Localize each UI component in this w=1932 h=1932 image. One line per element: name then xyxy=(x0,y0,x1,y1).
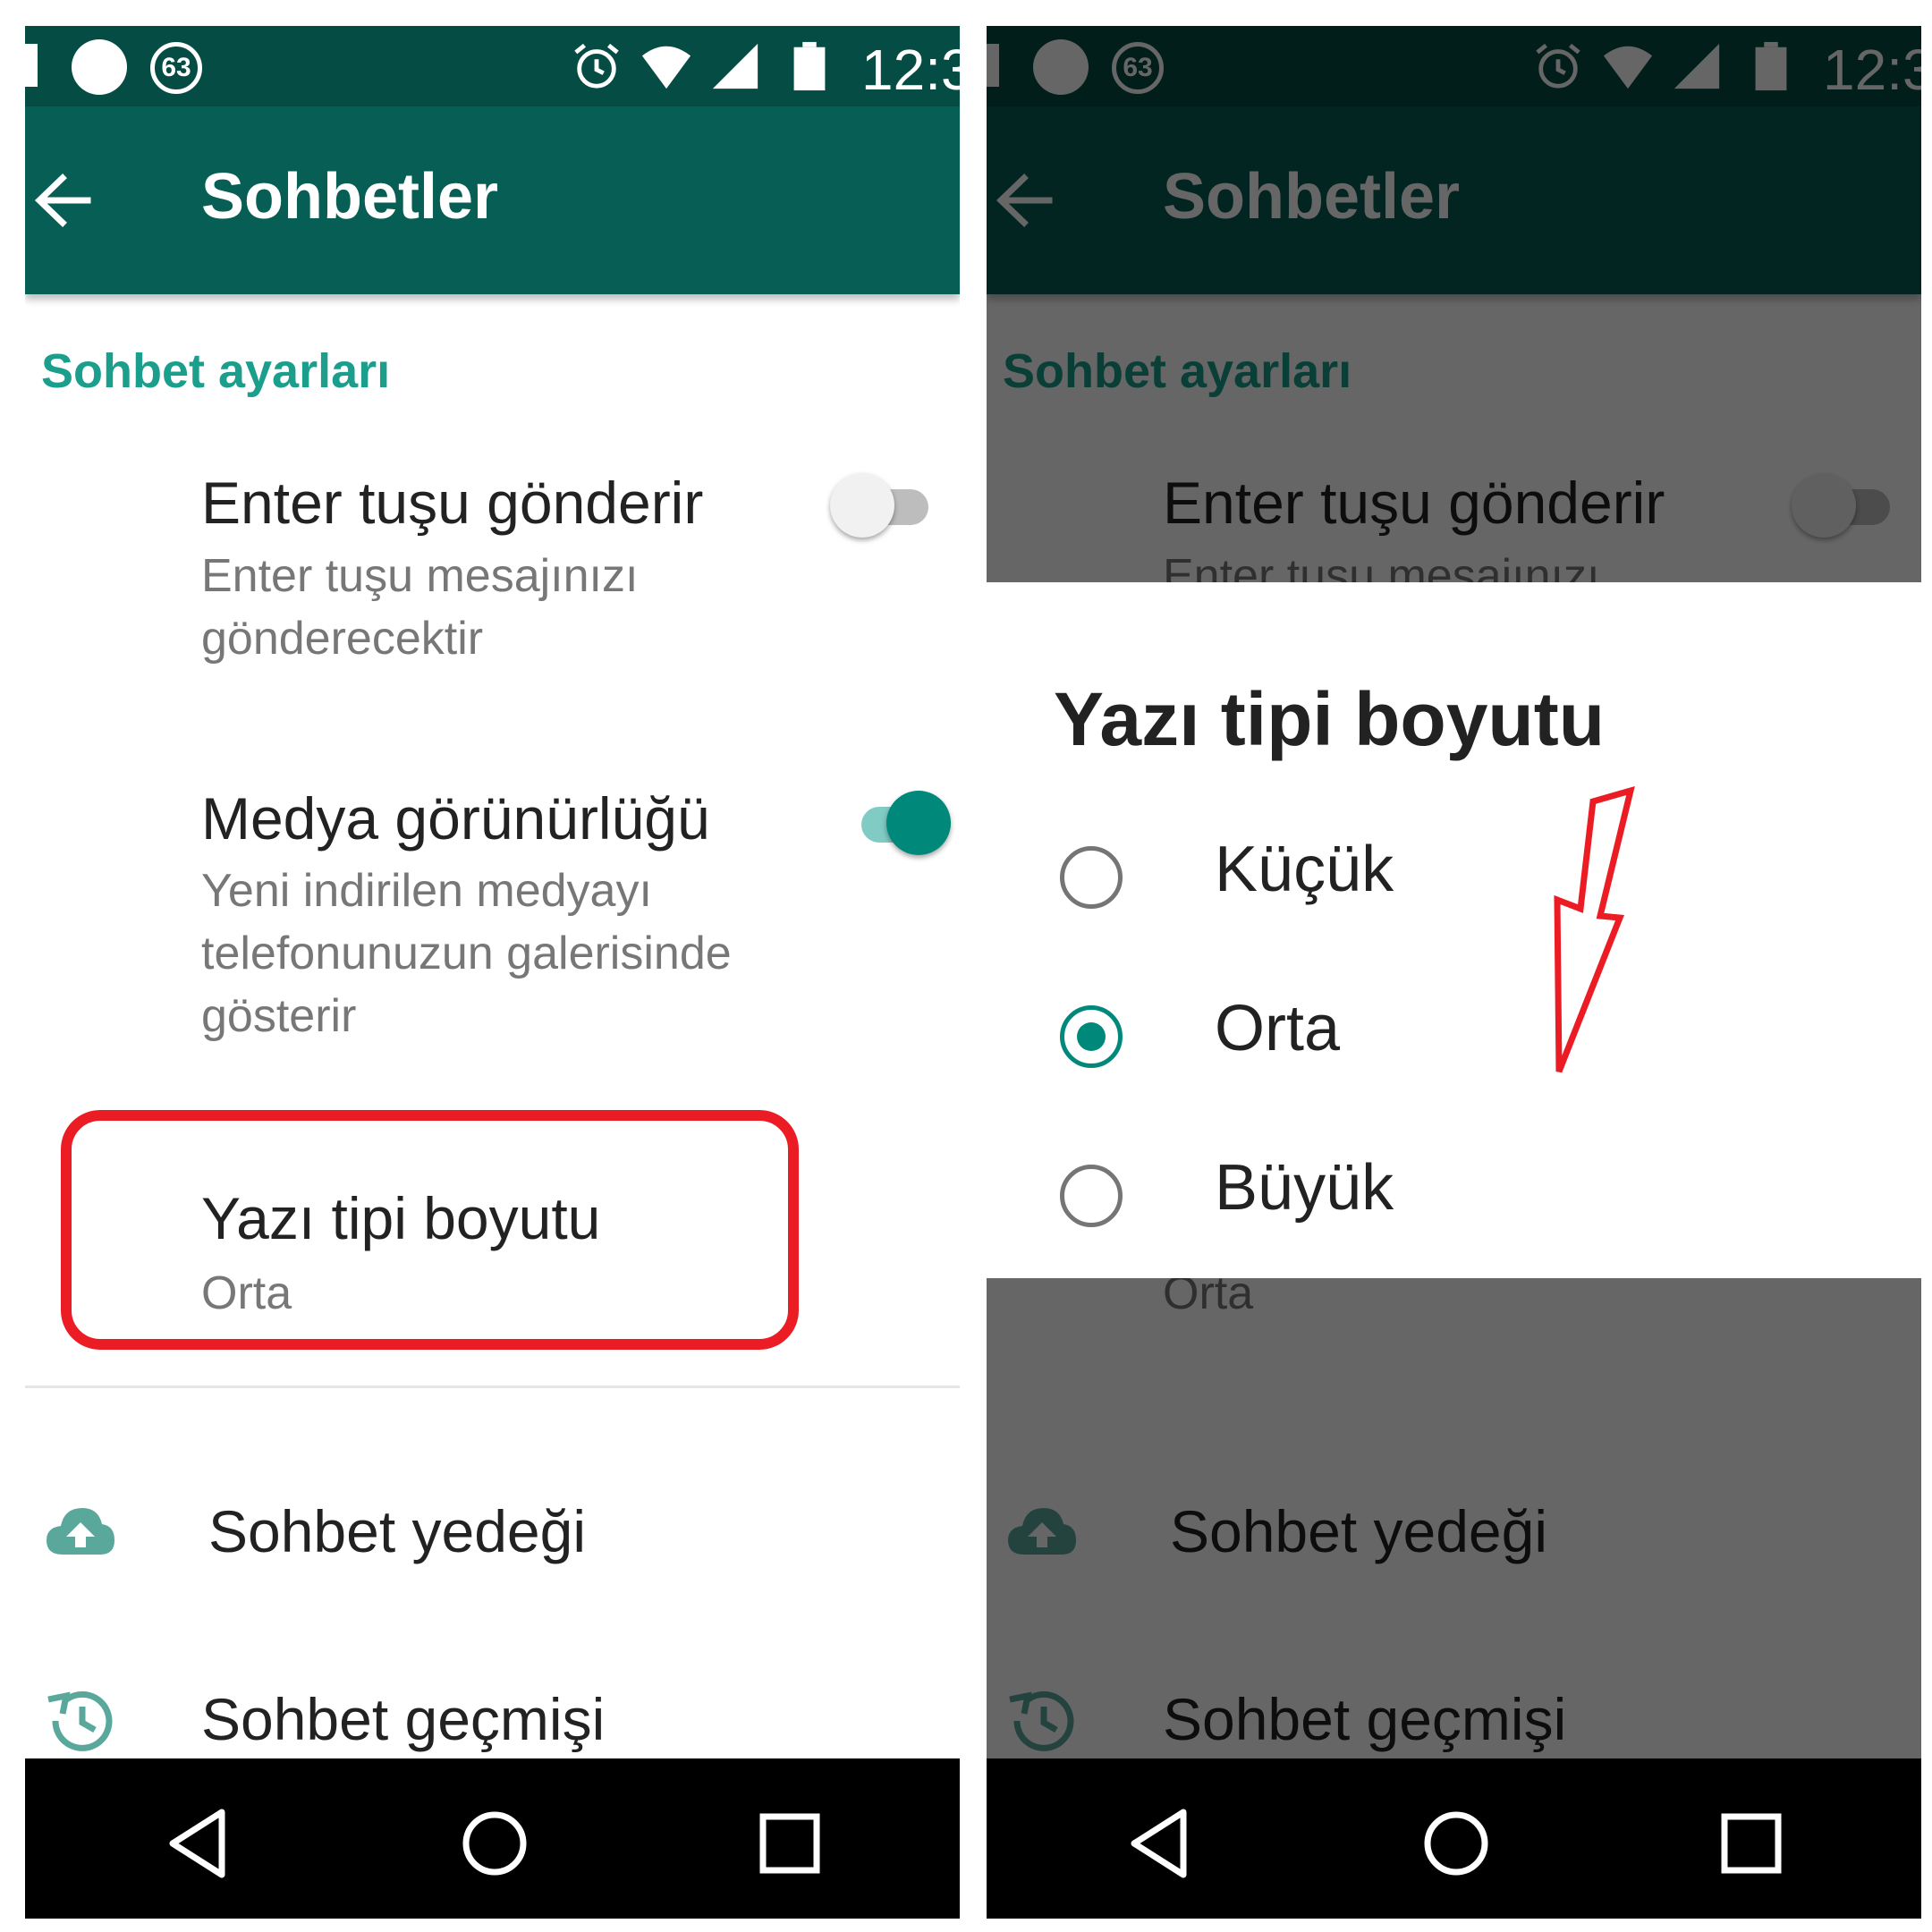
chat-backup-title: Sohbet yedeği xyxy=(208,1498,587,1564)
settings-screen: 63 12:3 Sohbetler Sohbet ayarları Enter … xyxy=(25,26,960,1919)
nav-bar xyxy=(25,1758,960,1919)
option-medium-label: Orta xyxy=(1215,993,1341,1064)
media-visibility-toggle[interactable] xyxy=(852,791,951,855)
wifi-icon xyxy=(641,46,691,89)
radio-large[interactable] xyxy=(1060,1165,1123,1227)
media-visibility-title: Medya görünürlüğü xyxy=(201,785,710,852)
recents-square-icon[interactable] xyxy=(750,1803,830,1884)
notification-dot-icon xyxy=(72,39,127,95)
page-title: Sohbetler xyxy=(201,161,499,233)
settings-screen-with-dialog: 63 12:3 Sohbetler Sohbet ayarları Enter … xyxy=(987,26,1921,1919)
app-bar: Sohbetler xyxy=(25,106,960,294)
radio-small[interactable] xyxy=(1060,846,1123,909)
sim-icon xyxy=(25,44,38,87)
enter-sends-toggle[interactable] xyxy=(830,473,928,538)
signal-icon xyxy=(712,43,758,89)
red-arrow-annotation xyxy=(1554,785,1635,1073)
highlight-annotation xyxy=(61,1110,799,1350)
option-small-label: Küçük xyxy=(1215,834,1394,905)
home-circle-icon[interactable] xyxy=(1416,1803,1496,1884)
arrow-back-icon[interactable] xyxy=(32,169,95,232)
enter-sends-title: Enter tuşu gönderir xyxy=(201,470,704,536)
recents-square-icon[interactable] xyxy=(1711,1803,1792,1884)
badge-63-icon: 63 xyxy=(150,42,202,94)
cloud-upload-icon xyxy=(47,1508,114,1555)
history-icon xyxy=(47,1690,113,1751)
dialog-title: Yazı tipi boyutu xyxy=(1054,677,1606,761)
divider xyxy=(25,1385,960,1388)
font-size-dialog: Yazı tipi boyutu Küçük Orta Büyük xyxy=(987,582,1921,1278)
section-header: Sohbet ayarları xyxy=(41,344,391,398)
chat-history-title: Sohbet geçmişi xyxy=(201,1686,606,1752)
nav-bar xyxy=(987,1758,1921,1919)
back-triangle-icon[interactable] xyxy=(1121,1803,1201,1884)
clock: 12:3 xyxy=(861,38,960,102)
battery-icon xyxy=(793,41,826,91)
radio-medium[interactable] xyxy=(1060,1005,1123,1068)
enter-sends-subtitle: Enter tuşu mesajınızı gönderecektir xyxy=(201,550,639,665)
option-large-label: Büyük xyxy=(1215,1152,1394,1224)
alarm-icon xyxy=(574,43,619,89)
status-bar: 63 12:3 xyxy=(25,26,960,106)
home-circle-icon[interactable] xyxy=(454,1803,535,1884)
media-visibility-subtitle: Yeni indirilen medyayı telefonunuzun gal… xyxy=(201,865,732,1042)
back-triangle-icon[interactable] xyxy=(159,1803,240,1884)
